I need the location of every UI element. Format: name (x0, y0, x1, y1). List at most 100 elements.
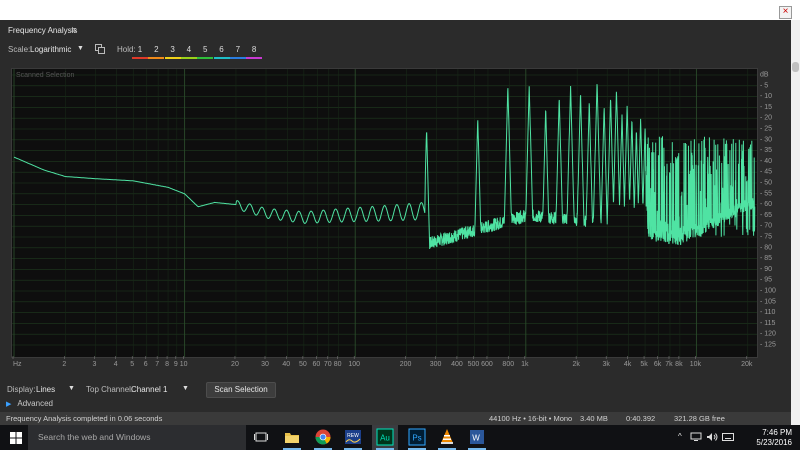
x-tick-label: 400 (451, 361, 463, 368)
y-tick-label: - 110 (760, 309, 776, 316)
x-tick-label: 8k (675, 361, 683, 368)
y-tick-label: - 20 (760, 115, 772, 122)
x-tick-label: Hz (13, 361, 22, 368)
y-tick-label: dB (760, 72, 769, 79)
y-tick-label: - 85 (760, 255, 772, 262)
y-tick-label: - 120 (760, 331, 776, 338)
expand-triangle-icon[interactable]: ▶ (6, 401, 11, 408)
x-tick-label: 1k (521, 361, 529, 368)
status-format: 44100 Hz • 16-bit • Mono (489, 414, 573, 423)
status-size: 3.40 MB (580, 414, 608, 423)
clock-date[interactable]: 5/23/2016 (756, 438, 792, 447)
x-tick-label: 10 (180, 361, 188, 368)
scan-selection-button[interactable]: Scan Selection (206, 382, 276, 398)
window-top-strip (0, 0, 800, 20)
y-tick-label: - 100 (760, 288, 776, 295)
chart-axes: Hz 2 3 4 5 6 7 8 9 10 20 30 40 50 60 70 80 100 200 300 400 50… (12, 72, 776, 368)
svg-text:W: W (472, 434, 480, 443)
chevron-up-icon[interactable]: ^ (678, 432, 682, 441)
x-tick-label: 4 (114, 361, 118, 368)
y-tick-label: - 45 (760, 169, 772, 176)
y-tick-label: - 95 (760, 277, 772, 284)
status-bar: Frequency Analysis completed in 0.06 sec… (0, 412, 791, 425)
x-tick-label: 6k (654, 361, 662, 368)
photoshop-icon[interactable]: Ps (408, 428, 426, 446)
y-tick-label: - 35 (760, 147, 772, 154)
word-icon[interactable]: W (468, 428, 486, 446)
keyboard-icon[interactable] (722, 432, 734, 442)
x-tick-label: 800 (502, 361, 514, 368)
y-tick-label: - 75 (760, 234, 772, 241)
x-tick-label: 5 (130, 361, 134, 368)
top-channel-dropdown[interactable]: Channel 1 (131, 385, 167, 394)
advanced-label: Advanced (17, 399, 53, 408)
frequency-analysis-window: Frequency Analysis ≡ Scale: Logarithmic … (0, 20, 792, 425)
scrollbar[interactable] (791, 20, 800, 425)
svg-text:Ps: Ps (412, 434, 421, 443)
taskbar: Search the web and Windows REW Au Ps W ^ (0, 425, 800, 450)
y-tick-label: - 50 (760, 180, 772, 187)
taskbar-search-box[interactable]: Search the web and Windows (28, 425, 246, 450)
x-tick-label: 10k (690, 361, 702, 368)
y-tick-label: - 10 (760, 93, 772, 100)
windows-start-icon[interactable] (10, 432, 22, 444)
x-tick-label: 80 (334, 361, 342, 368)
network-icon[interactable] (690, 432, 702, 442)
y-tick-label: - 115 (760, 320, 776, 327)
dropdown-arrow-icon[interactable]: ▼ (182, 385, 189, 392)
x-tick-label: 300 (430, 361, 442, 368)
y-tick-label: - 105 (760, 298, 776, 305)
dropdown-arrow-icon[interactable]: ▼ (68, 385, 75, 392)
y-tick-label: - 40 (760, 158, 772, 165)
status-free-space: 321.28 GB free (674, 414, 725, 423)
x-tick-label: 500 (468, 361, 480, 368)
volume-icon[interactable] (706, 432, 718, 442)
x-tick-label: 2k (572, 361, 580, 368)
x-tick-label: 30 (261, 361, 269, 368)
top-channel-label: Top Channel: (86, 385, 134, 394)
x-tick-label: 9 (174, 361, 178, 368)
x-tick-label: 3k (603, 361, 611, 368)
advanced-toggle[interactable]: ▶ Advanced (6, 399, 53, 408)
display-controls: Display: Lines ▼ Top Channel: Channel 1 … (0, 381, 791, 399)
svg-text:REW: REW (347, 433, 359, 439)
status-duration: 0:40.392 (626, 414, 656, 423)
y-tick-label: - 60 (760, 201, 772, 208)
file-explorer-icon[interactable] (283, 428, 301, 446)
status-message: Frequency Analysis completed in 0.06 sec… (6, 414, 163, 423)
vlc-icon[interactable] (438, 428, 456, 446)
x-tick-label: 200 (400, 361, 412, 368)
x-tick-label: 70 (324, 361, 332, 368)
y-tick-label: - 70 (760, 223, 772, 230)
x-tick-label: 600 (481, 361, 493, 368)
x-tick-label: 60 (312, 361, 320, 368)
x-tick-label: 7k (665, 361, 673, 368)
x-tick-label: 6 (144, 361, 148, 368)
scrollbar-thumb[interactable] (792, 62, 799, 72)
room-eq-wizard-icon[interactable]: REW (344, 428, 362, 446)
y-tick-label: - 80 (760, 244, 772, 251)
x-tick-label: 5k (640, 361, 648, 368)
close-button[interactable]: × (779, 6, 792, 19)
x-tick-label: 2 (62, 361, 66, 368)
adobe-audition-icon[interactable]: Au (376, 428, 394, 446)
x-tick-label: 40 (282, 361, 290, 368)
clock-time[interactable]: 7:46 PM (762, 428, 792, 437)
svg-text:Au: Au (380, 434, 390, 443)
x-tick-label: 20k (741, 361, 753, 368)
y-tick-label: - 55 (760, 190, 772, 197)
x-tick-label: 50 (299, 361, 307, 368)
x-tick-label: 20 (231, 361, 239, 368)
x-tick-label: 4k (624, 361, 632, 368)
chrome-icon[interactable] (314, 428, 332, 446)
y-tick-label: - 65 (760, 212, 772, 219)
task-view-icon[interactable] (252, 428, 270, 446)
display-dropdown[interactable]: Lines (36, 385, 55, 394)
x-tick-label: 100 (348, 361, 360, 368)
x-tick-label: 3 (92, 361, 96, 368)
y-tick-label: - 15 (760, 104, 772, 111)
system-tray: ^ 7:46 PM 5/23/2016 (670, 425, 800, 450)
y-tick-label: - 90 (760, 266, 772, 273)
x-tick-label: 8 (165, 361, 169, 368)
display-label: Display: (7, 385, 36, 394)
